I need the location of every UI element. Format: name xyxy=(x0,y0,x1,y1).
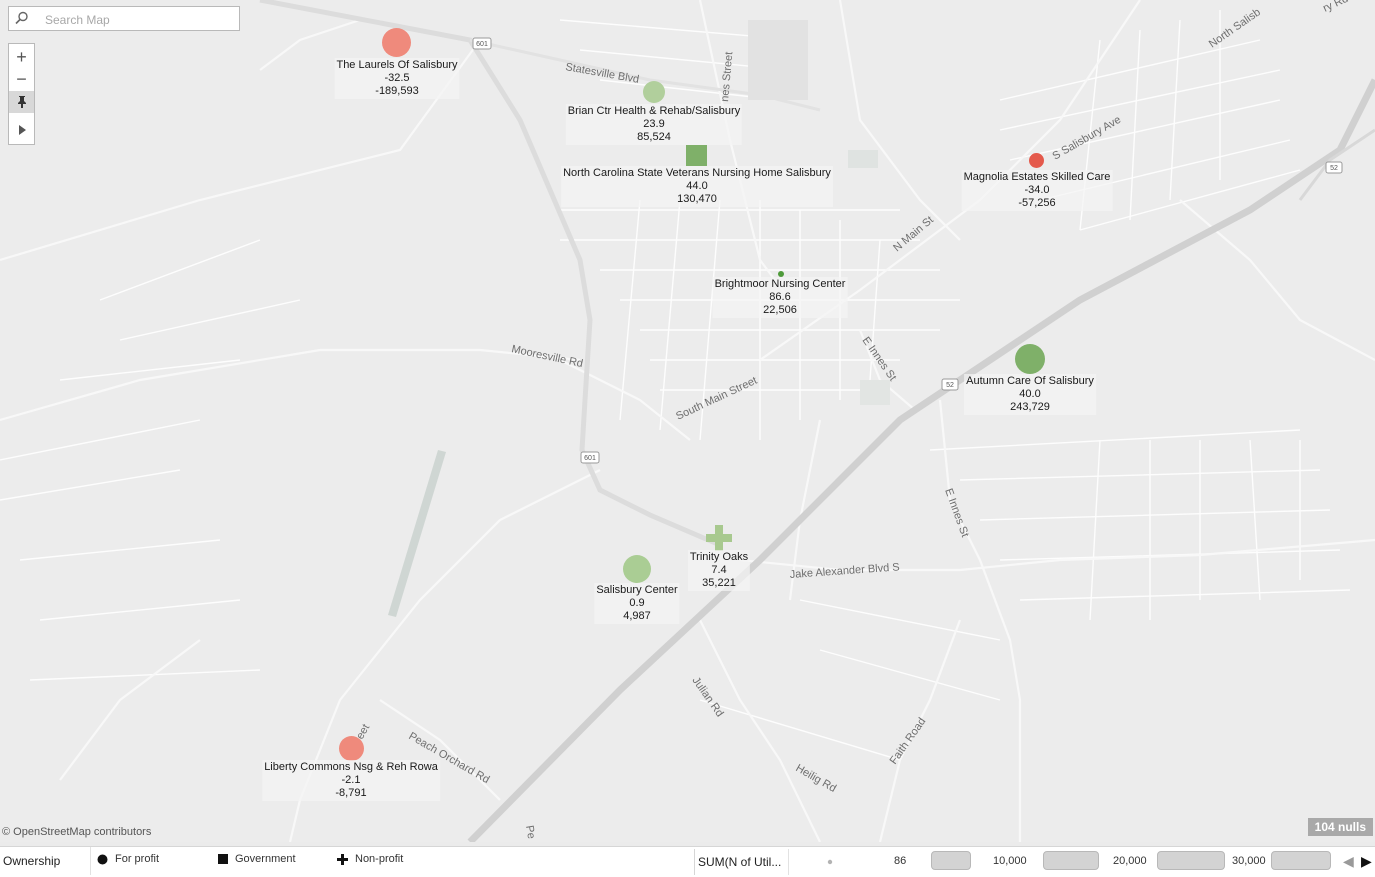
facility-name: Autumn Care Of Salisbury xyxy=(966,375,1094,387)
map-canvas[interactable]: Statesville Blvd nes Street S Salisbury … xyxy=(0,0,1375,842)
facility-name: Trinity Oaks xyxy=(689,551,749,563)
size-legend-value: 30,000 xyxy=(1232,855,1266,867)
scroll-right-icon[interactable]: ▶ xyxy=(1361,853,1372,870)
street-label: Heilig Rd xyxy=(794,762,839,795)
street-label: N Main St xyxy=(891,214,936,254)
facility-label: The Laurels Of Salisbury -32.5 -189,593 xyxy=(334,58,460,99)
street-label: ry Rd xyxy=(1321,0,1350,15)
marker-for-profit[interactable] xyxy=(339,736,364,761)
facility-label: North Carolina State Veterans Nursing Ho… xyxy=(561,166,833,207)
facility-value-2: -189,593 xyxy=(375,85,419,97)
street-label: Mooresville Rd xyxy=(510,343,584,370)
size-swatch-small xyxy=(827,859,833,865)
search-icon xyxy=(15,11,28,25)
size-swatch xyxy=(931,851,971,870)
facility-label: Brian Ctr Health & Rehab/Salisbury 23.9 … xyxy=(565,104,743,145)
facility-name: Brightmoor Nursing Center xyxy=(714,278,846,290)
legend-item-for-profit[interactable]: For profit xyxy=(97,853,159,865)
street-label: Pe xyxy=(523,824,537,839)
facility-value-1: -34.0 xyxy=(1024,184,1050,196)
size-legend-value: 10,000 xyxy=(993,855,1027,867)
facility-value-1: 86.6 xyxy=(769,291,791,303)
scroll-left-icon[interactable]: ◀ xyxy=(1343,853,1354,870)
pin-map-button[interactable] xyxy=(9,91,34,113)
legend-item-non-profit[interactable]: Non-profit xyxy=(337,853,403,865)
route-shield: 601 xyxy=(584,455,596,462)
facility-value-1: -32.5 xyxy=(384,72,410,84)
street-label: Jake Alexander Blvd S xyxy=(789,561,900,581)
circle-icon xyxy=(97,854,108,864)
facility-value-2: 4,987 xyxy=(623,610,651,622)
marker-for-profit[interactable] xyxy=(623,555,651,583)
facility-value-2: 35,221 xyxy=(702,577,736,589)
marker-for-profit[interactable] xyxy=(1015,344,1045,374)
facility-name: Liberty Commons Nsg & Reh Rowa xyxy=(264,761,438,773)
size-swatch xyxy=(1157,851,1225,870)
marker-for-profit[interactable] xyxy=(382,28,411,57)
size-legend-title: SUM(N of Util... xyxy=(698,855,782,869)
facility-label: Trinity Oaks 7.4 35,221 xyxy=(687,550,751,591)
route-shield: 52 xyxy=(946,382,954,389)
facility-value-2: 22,506 xyxy=(763,304,797,316)
zoom-out-button[interactable]: − xyxy=(9,68,34,90)
street-label: S Salisbury Ave xyxy=(1051,114,1124,163)
size-legend-value: 86 xyxy=(894,855,907,867)
facility-value-2: 85,524 xyxy=(637,131,671,143)
route-shield: 52 xyxy=(1330,165,1338,172)
street-label: Faith Road xyxy=(888,716,929,767)
play-icon xyxy=(18,125,26,135)
facility-value-2: 243,729 xyxy=(1010,401,1050,413)
street-label: Statesville Blvd xyxy=(564,61,640,86)
pin-icon xyxy=(17,96,26,108)
nulls-indicator[interactable]: 104 nulls xyxy=(1307,818,1373,836)
search-input[interactable] xyxy=(43,9,237,30)
legend-label: Government xyxy=(235,853,296,865)
marker-non-profit[interactable] xyxy=(706,525,732,551)
size-legend-value: 20,000 xyxy=(1113,855,1147,867)
legend-label: For profit xyxy=(115,853,160,865)
marker-for-profit[interactable] xyxy=(1029,153,1044,168)
facility-value-1: 23.9 xyxy=(643,118,665,130)
facility-value-1: -2.1 xyxy=(341,774,361,786)
legend-label: Non-profit xyxy=(355,853,404,865)
marker-for-profit[interactable] xyxy=(643,81,665,103)
facility-value-2: -57,256 xyxy=(1018,197,1056,209)
size-swatch xyxy=(1271,851,1331,870)
street-label: North Salisb xyxy=(1207,6,1263,50)
marker-government[interactable] xyxy=(686,145,707,166)
facility-name: North Carolina State Veterans Nursing Ho… xyxy=(563,167,831,179)
legend-bar: Ownership For profit Government Non-prof… xyxy=(0,846,1375,877)
size-swatch xyxy=(1043,851,1099,870)
facility-label: Salisbury Center 0.9 4,987 xyxy=(594,583,680,624)
street-label: South Main Street xyxy=(674,375,759,423)
facility-value-1: 40.0 xyxy=(1019,388,1041,400)
map-zoom-toolbar: + − xyxy=(8,43,35,145)
ownership-legend-title: Ownership xyxy=(3,854,61,868)
facility-name: Magnolia Estates Skilled Care xyxy=(963,171,1111,183)
facility-label: Brightmoor Nursing Center 86.6 22,506 xyxy=(712,277,848,318)
street-label: Julian Rd xyxy=(690,675,726,719)
facility-name: Brian Ctr Health & Rehab/Salisbury xyxy=(567,105,741,117)
route-shield: 601 xyxy=(476,41,488,48)
facility-value-2: -8,791 xyxy=(335,787,367,799)
facility-value-1: 0.9 xyxy=(629,597,645,609)
legend-item-government[interactable]: Government xyxy=(218,853,296,865)
map-attribution[interactable]: © OpenStreetMap contributors xyxy=(2,826,152,838)
facility-label: Liberty Commons Nsg & Reh Rowa -2.1 -8,7… xyxy=(262,760,440,801)
size-legend: SUM(N of Util... 86 10,000 20,000 30,000… xyxy=(694,849,1375,875)
street-label: E Innes St xyxy=(942,487,971,539)
facility-label: Magnolia Estates Skilled Care -34.0 -57,… xyxy=(961,170,1113,211)
facility-label: Autumn Care Of Salisbury 40.0 243,729 xyxy=(964,374,1096,415)
map-search-box[interactable] xyxy=(8,6,240,31)
expand-toolbar-button[interactable] xyxy=(9,119,34,141)
facility-name: Salisbury Center xyxy=(596,584,678,596)
zoom-in-button[interactable]: + xyxy=(9,46,34,68)
facility-name: The Laurels Of Salisbury xyxy=(336,59,458,71)
square-icon xyxy=(218,854,228,864)
facility-value-2: 130,470 xyxy=(677,193,717,205)
facility-value-1: 44.0 xyxy=(686,180,708,192)
plus-icon xyxy=(337,853,348,865)
facility-value-1: 7.4 xyxy=(711,564,727,576)
